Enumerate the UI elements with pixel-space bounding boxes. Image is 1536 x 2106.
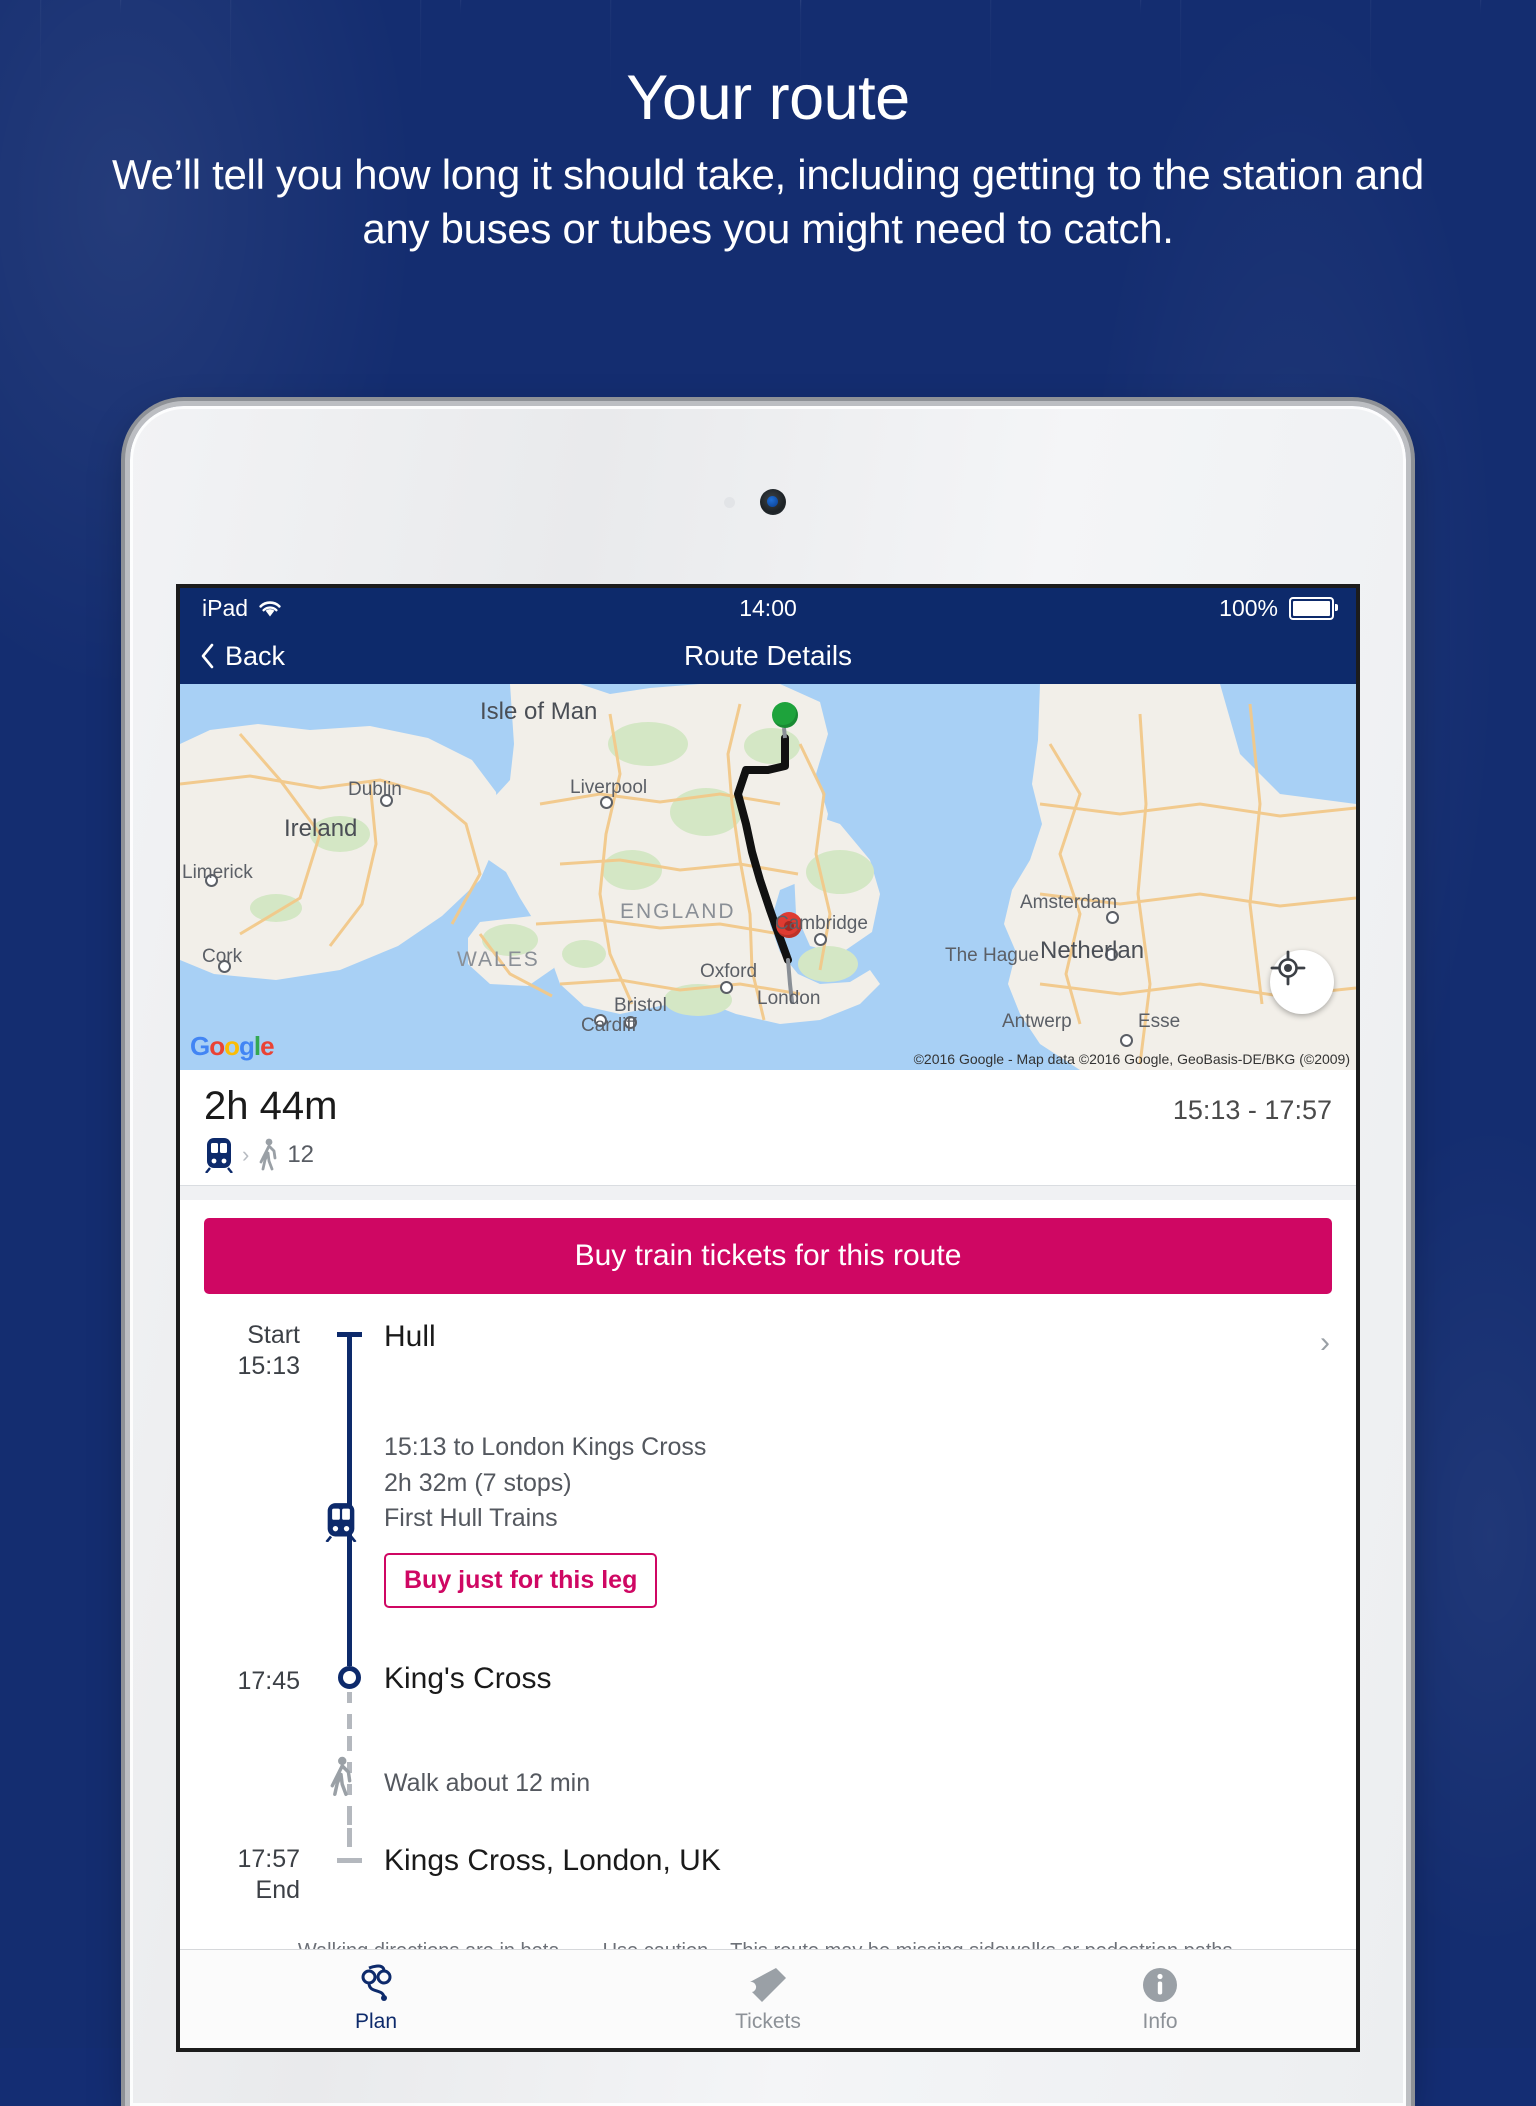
walk-detail: Walk about 12 min: [384, 1769, 591, 1797]
chevron-right-icon: ›: [242, 1142, 250, 1167]
itinerary-step-start[interactable]: Start 15:13 Hull ›: [180, 1320, 1356, 1416]
timeline-rail: [318, 1320, 380, 1416]
battery-full-icon: [1289, 596, 1338, 620]
map-destination-pin: [776, 912, 802, 946]
google-logo: Google: [190, 1031, 275, 1061]
tab-info[interactable]: Info: [964, 1950, 1356, 2048]
map-city-dot: [1106, 911, 1119, 924]
nav-bar: Back Route Details: [180, 628, 1356, 684]
step-name-end: Kings Cross, London, UK: [384, 1844, 721, 1877]
my-location-button[interactable]: [1270, 950, 1334, 1014]
section-divider: [180, 1186, 1356, 1200]
map-graphic: [180, 684, 1356, 1070]
map-city-dot: [380, 794, 393, 807]
step-time-end: 17:57 End: [237, 1845, 300, 1905]
my-location-icon: [1270, 950, 1306, 986]
itinerary-step-stop: 17:45 King's Cross: [180, 1654, 1356, 1744]
itinerary-step-end: 17:57 End Kings Cross, London, UK: [180, 1814, 1356, 1914]
map-city-dot: [624, 1016, 637, 1029]
walk-icon: [330, 1756, 352, 1797]
ticket-icon: [750, 1968, 786, 2002]
timeline-stop-node: [338, 1666, 361, 1689]
transit-detail-line-3: First Hull Trains: [384, 1504, 558, 1532]
tab-bar: Plan Tickets Info: [180, 1949, 1356, 2048]
route-summary: 2h 44m 15:13 - 17:57 › 12: [180, 1070, 1356, 1186]
map-city-dot: [600, 796, 613, 809]
step-name-stop: King's Cross: [384, 1662, 552, 1695]
page-subtitle: We’ll tell you how long it should take, …: [112, 151, 1424, 253]
route-map[interactable]: Isle of Man Liverpool Dublin Ireland Limeric…: [180, 684, 1356, 1070]
status-bar: iPad 14:00 100%: [180, 588, 1356, 628]
timeline-line: [347, 1336, 352, 1416]
itinerary-list: Start 15:13 Hull › 15:13 to London Kings…: [180, 1294, 1356, 1963]
transit-detail-line-1: 15:13 to London Kings Cross: [384, 1433, 707, 1461]
route-time-range: 15:13 - 17:57: [1172, 1095, 1332, 1125]
tab-label-plan: Plan: [354, 2010, 398, 2033]
map-city-dot: [1105, 948, 1118, 961]
walk-icon: [259, 1138, 277, 1171]
step-time-start: Start 15:13: [237, 1321, 300, 1381]
itinerary-step-walk: Walk about 12 min: [180, 1718, 1356, 1848]
map-city-dot: [720, 981, 733, 994]
step-name-start: Hull: [384, 1320, 436, 1353]
tab-label-info: Info: [1142, 2010, 1178, 2033]
ipad-screen: iPad 14:00 100% Back Route Details Isle …: [180, 588, 1356, 2048]
transit-detail-line-2: 2h 32m (7 stops): [384, 1468, 572, 1497]
battery-percent: 100%: [1219, 594, 1278, 621]
map-city-dot: [1120, 1034, 1133, 1047]
nav-title: Route Details: [683, 640, 853, 671]
itinerary-step-transit: 15:13 to London Kings Cross 2h 32m (7 st…: [180, 1408, 1356, 1662]
train-icon: [205, 1138, 233, 1173]
buy-train-tickets-button[interactable]: Buy train tickets for this route: [204, 1218, 1332, 1294]
map-city-dot: [594, 1014, 607, 1027]
tab-label-tickets: Tickets: [735, 2010, 801, 2033]
promo-header: Your route We’ll tell you how long it sh…: [0, 0, 1536, 256]
buy-just-for-this-leg-button[interactable]: Buy just for this leg: [384, 1552, 658, 1608]
front-camera: [760, 489, 786, 515]
info-circle-icon: [1143, 1968, 1177, 2002]
train-icon: [325, 1503, 357, 1543]
map-attribution: ©2016 Google - Map data ©2016 Google, Ge…: [913, 1051, 1350, 1067]
ambient-sensor: [724, 497, 735, 508]
status-right: 100%: [1219, 594, 1338, 622]
walk-minutes: 12: [287, 1141, 315, 1168]
status-clock: 14:00: [739, 594, 797, 621]
timeline-end-cap: [337, 1858, 362, 1863]
tab-plan[interactable]: Plan: [180, 1950, 572, 2048]
map-city-dot: [205, 874, 218, 887]
route-duration: 2h 44m: [204, 1084, 338, 1128]
map-origin-pin: [772, 702, 798, 736]
chevron-right-icon[interactable]: ›: [1320, 1326, 1330, 1360]
page-title: Your route: [626, 63, 910, 133]
tab-tickets[interactable]: Tickets: [572, 1950, 964, 2048]
map-city-dot: [218, 960, 231, 973]
plan-route-icon: [361, 1964, 392, 2001]
timeline-rail: [318, 1814, 380, 1914]
map-city-dot: [814, 933, 827, 946]
step-time-stop: 17:45: [237, 1667, 300, 1695]
